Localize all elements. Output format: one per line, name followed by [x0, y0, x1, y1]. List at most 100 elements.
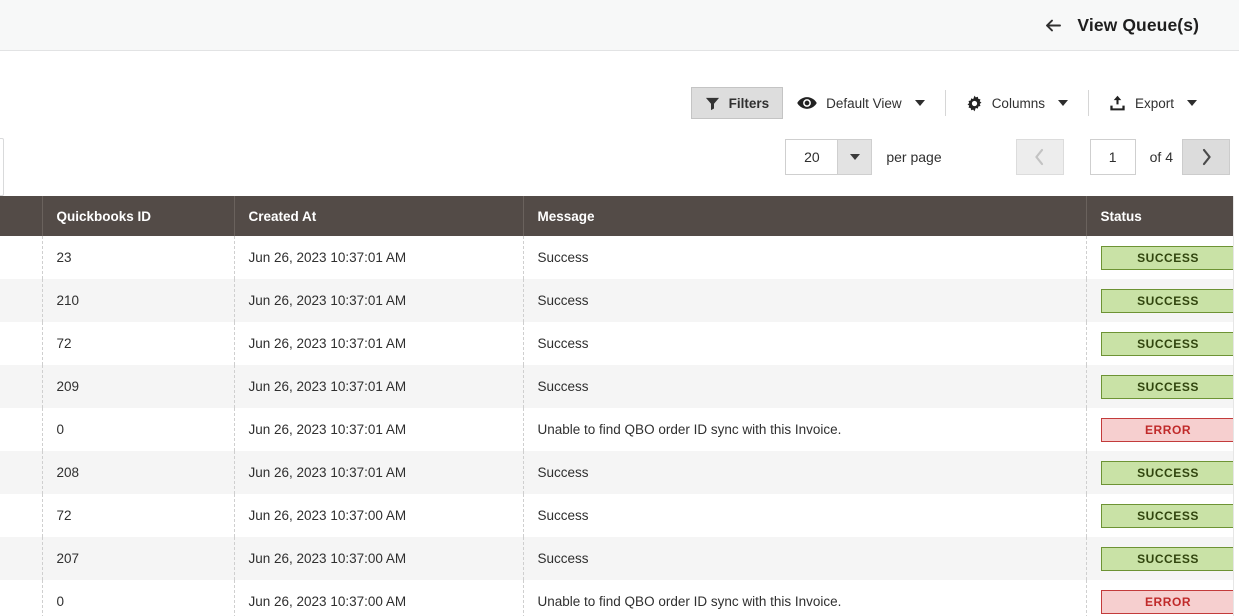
view-queues-back-link[interactable]: View Queue(s): [1044, 15, 1199, 36]
cell-message: Success: [523, 279, 1087, 322]
toolbar-divider: [944, 90, 946, 116]
table-right-gutter: [1233, 196, 1239, 616]
column-header-select[interactable]: [0, 196, 43, 236]
cell-message: Success: [523, 236, 1087, 279]
upload-icon: [1109, 95, 1126, 111]
row-select-cell[interactable]: [0, 279, 43, 322]
cell-status: SUCCESS: [1086, 322, 1233, 365]
cell-message: Success: [523, 451, 1087, 494]
chevron-down-icon: [1057, 100, 1068, 106]
table-header-row: Quickbooks ID Created At Message Status: [0, 196, 1233, 236]
table-row[interactable]: 0 Jun 26, 2023 10:37:00 AM Unable to find …: [0, 580, 1233, 616]
row-select-cell[interactable]: [0, 451, 43, 494]
cell-message: Success: [523, 322, 1087, 365]
table-toolbar: Filters Default View Columns Export: [0, 84, 1239, 122]
cell-created-at: Jun 26, 2023 10:37:01 AM: [234, 279, 524, 322]
row-select-cell[interactable]: [0, 365, 43, 408]
cell-created-at: Jun 26, 2023 10:37:01 AM: [234, 408, 524, 451]
columns-button[interactable]: Columns: [952, 87, 1082, 119]
chevron-right-icon: [1200, 148, 1213, 166]
cell-status: SUCCESS: [1086, 365, 1233, 408]
top-header-bar: View Queue(s): [0, 0, 1239, 51]
funnel-icon: [705, 96, 720, 111]
table-body: 23 Jun 26, 2023 10:37:01 AM Success SUCCESS…: [0, 236, 1233, 616]
status-badge: SUCCESS: [1100, 288, 1233, 313]
table-row[interactable]: 208 Jun 26, 2023 10:37:01 AM Success SUCCES…: [0, 451, 1233, 494]
cell-created-at: Jun 26, 2023 10:37:01 AM: [234, 322, 524, 365]
status-badge: ERROR: [1100, 417, 1233, 442]
cell-quickbooks-id: 0: [42, 408, 235, 451]
cell-quickbooks-id: 72: [42, 322, 235, 365]
cell-quickbooks-id: 0: [42, 580, 235, 616]
table-row[interactable]: 72 Jun 26, 2023 10:37:01 AM Success SUCCESS: [0, 322, 1233, 365]
per-page-dropdown-arrow[interactable]: [837, 140, 872, 174]
filters-label: Filters: [728, 95, 770, 111]
row-select-cell[interactable]: [0, 580, 43, 616]
cell-status: ERROR: [1086, 580, 1233, 616]
pagination-bar: 20 per page 1 of 4: [0, 138, 1239, 176]
export-button[interactable]: Export: [1095, 87, 1211, 119]
export-label: Export: [1134, 95, 1174, 111]
status-badge: SUCCESS: [1100, 245, 1233, 270]
default-view-button[interactable]: Default View: [783, 87, 939, 119]
total-pages-label: of 4: [1149, 149, 1173, 165]
cell-created-at: Jun 26, 2023 10:37:01 AM: [234, 451, 524, 494]
chevron-down-icon: [914, 100, 925, 106]
next-page-button[interactable]: [1182, 139, 1230, 175]
per-page-value: 20: [804, 149, 820, 165]
cell-quickbooks-id: 207: [42, 537, 235, 580]
columns-label: Columns: [991, 95, 1045, 111]
cell-quickbooks-id: 208: [42, 451, 235, 494]
cell-status: ERROR: [1086, 408, 1233, 451]
table-row[interactable]: 207 Jun 26, 2023 10:37:00 AM Success SUCCES…: [0, 537, 1233, 580]
table-row[interactable]: 72 Jun 26, 2023 10:37:00 AM Success SUCCESS: [0, 494, 1233, 537]
column-header-message[interactable]: Message: [523, 196, 1087, 236]
cell-created-at: Jun 26, 2023 10:37:00 AM: [234, 537, 524, 580]
filters-button[interactable]: Filters: [690, 87, 784, 119]
per-page-select[interactable]: 20: [785, 139, 873, 175]
chevron-down-icon: [1187, 100, 1197, 106]
cell-status: SUCCESS: [1086, 494, 1233, 537]
cell-status: SUCCESS: [1086, 451, 1233, 494]
cell-status: SUCCESS: [1086, 279, 1233, 322]
row-select-cell[interactable]: [0, 494, 43, 537]
table-row[interactable]: 0 Jun 26, 2023 10:37:01 AM Unable to find …: [0, 408, 1233, 451]
previous-page-button[interactable]: [1015, 139, 1064, 175]
gear-icon: [966, 95, 983, 112]
status-badge: SUCCESS: [1100, 374, 1233, 399]
cell-created-at: Jun 26, 2023 10:37:00 AM: [234, 494, 524, 537]
cell-message: Success: [523, 365, 1087, 408]
default-view-label: Default View: [826, 95, 902, 111]
queue-table: Quickbooks ID Created At Message Status …: [0, 196, 1233, 616]
cell-quickbooks-id: 72: [42, 494, 235, 537]
page-title: View Queue(s): [1077, 14, 1199, 35]
eye-icon: [797, 96, 817, 110]
column-header-quickbooks-id[interactable]: Quickbooks ID: [42, 196, 235, 236]
cell-created-at: Jun 26, 2023 10:37:01 AM: [234, 365, 524, 408]
toolbar-divider: [1087, 90, 1089, 116]
table-header: Quickbooks ID Created At Message Status: [0, 196, 1233, 236]
table-row[interactable]: 23 Jun 26, 2023 10:37:01 AM Success SUCCESS: [0, 236, 1233, 279]
current-page-input[interactable]: 1: [1089, 139, 1136, 175]
row-select-cell[interactable]: [0, 236, 43, 279]
column-header-status[interactable]: Status: [1086, 196, 1233, 236]
row-select-cell[interactable]: [0, 408, 43, 451]
cell-created-at: Jun 26, 2023 10:37:00 AM: [234, 580, 524, 616]
cell-message: Success: [523, 537, 1087, 580]
table-row[interactable]: 209 Jun 26, 2023 10:37:01 AM Success SUCCES…: [0, 365, 1233, 408]
per-page-label: per page: [886, 149, 942, 165]
cell-quickbooks-id: 210: [42, 279, 235, 322]
cell-quickbooks-id: 209: [42, 365, 235, 408]
status-badge: SUCCESS: [1100, 460, 1233, 485]
arrow-left-icon: [1044, 16, 1063, 35]
table-row[interactable]: 210 Jun 26, 2023 10:37:01 AM Success SUCCES…: [0, 279, 1233, 322]
cell-message: Unable to find QBO order ID sync with th…: [523, 408, 1087, 451]
cell-status: SUCCESS: [1086, 236, 1233, 279]
row-select-cell[interactable]: [0, 537, 43, 580]
status-badge: ERROR: [1100, 589, 1233, 614]
chevron-left-icon: [1033, 148, 1046, 166]
column-header-created-at[interactable]: Created At: [234, 196, 524, 236]
cell-created-at: Jun 26, 2023 10:37:01 AM: [234, 236, 524, 279]
status-badge: SUCCESS: [1100, 331, 1233, 356]
row-select-cell[interactable]: [0, 322, 43, 365]
